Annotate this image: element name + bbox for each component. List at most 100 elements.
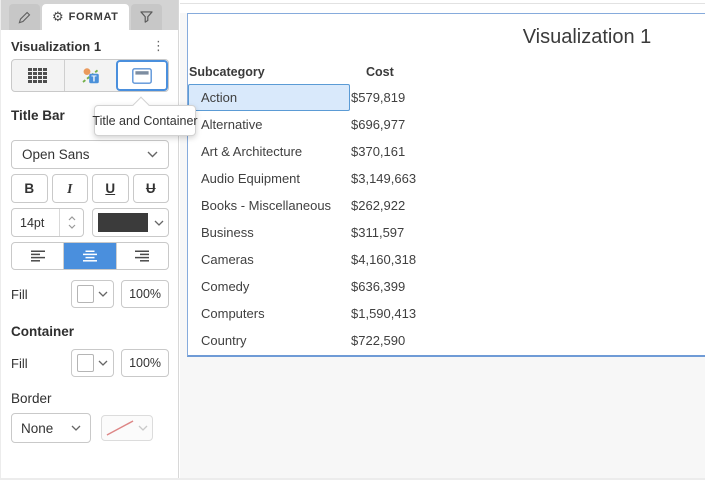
font-family-select[interactable]: Open Sans [11, 140, 169, 169]
kebab-menu-icon[interactable]: ⋮ [148, 39, 169, 54]
viz-table-body: Action$579,819Alternative$696,977Art & A… [188, 84, 470, 354]
tab-format-label: FORMAT [69, 11, 119, 23]
font-color-swatch [98, 213, 148, 232]
tooltip: Title and Container [94, 105, 196, 136]
container-fill-opacity-field[interactable]: 100% [121, 349, 169, 377]
container-fill-row: Fill 100% [11, 349, 169, 377]
fill-label: Fill [11, 287, 71, 302]
funnel-icon [140, 11, 153, 23]
table-row: Comedy$636,399 [188, 273, 470, 300]
app-window: ⚙ FORMAT Visualization 1 ⋮ [0, 0, 705, 480]
subcategory-cell[interactable]: Action [188, 84, 350, 111]
panel-title: Visualization 1 [11, 39, 101, 54]
cost-cell[interactable]: $3,149,663 [350, 165, 470, 192]
table-style-button[interactable] [12, 60, 64, 91]
underline-button[interactable]: U [92, 174, 129, 203]
title-fill-row: Fill 100% [11, 280, 169, 308]
column-header-subcategory[interactable]: Subcategory [188, 60, 350, 84]
strikethrough-button[interactable]: U [133, 174, 170, 203]
stepper-arrows[interactable] [59, 209, 83, 236]
font-size-stepper[interactable]: 14pt [11, 208, 84, 237]
chevron-down-icon [68, 224, 76, 229]
svg-text:T: T [91, 73, 97, 83]
subcategory-cell[interactable]: Comedy [188, 273, 350, 300]
cost-cell[interactable]: $370,161 [350, 138, 470, 165]
italic-button[interactable]: I [52, 174, 89, 203]
border-label: Border [11, 391, 169, 406]
text-align-group [11, 242, 169, 270]
table-row: Alternative$696,977 [188, 111, 470, 138]
cost-cell[interactable]: $311,597 [350, 219, 470, 246]
subcategory-cell[interactable]: Alternative [188, 111, 350, 138]
chevron-up-icon [68, 216, 76, 221]
table-grid-icon [28, 68, 47, 83]
visualization-container[interactable]: Visualization 1 Subcategory Cost Action$… [187, 13, 705, 357]
title-fill-opacity-field[interactable]: 100% [121, 280, 169, 308]
cost-cell[interactable]: $1,590,413 [350, 300, 470, 327]
dashboard-canvas: Visualization 1 Subcategory Cost Action$… [180, 0, 705, 480]
gear-icon: ⚙ [52, 11, 64, 24]
table-row: Computers$1,590,413 [188, 300, 470, 327]
canvas-top-strip [180, 0, 705, 13]
format-sidebar: ⚙ FORMAT Visualization 1 ⋮ [0, 0, 179, 478]
column-header-cost[interactable]: Cost [350, 60, 470, 84]
cost-cell[interactable]: $722,590 [350, 327, 470, 354]
chevron-down-icon [134, 425, 152, 431]
table-header-row: Subcategory Cost [188, 60, 470, 84]
cost-cell[interactable]: $579,819 [350, 84, 470, 111]
subcategory-cell[interactable]: Cameras [188, 246, 350, 273]
panel-header: Visualization 1 ⋮ [11, 39, 169, 54]
table-row: Business$311,597 [188, 219, 470, 246]
table-row: Cameras$4,160,318 [188, 246, 470, 273]
text-style-button[interactable]: T [64, 60, 117, 91]
subcategory-cell[interactable]: Books - Miscellaneous [188, 192, 350, 219]
border-style-select[interactable]: None [11, 413, 91, 443]
tab-format[interactable]: ⚙ FORMAT [42, 4, 129, 30]
align-left-button[interactable] [12, 243, 63, 269]
align-left-icon [30, 250, 46, 263]
fill-color-swatch [77, 354, 94, 372]
align-center-button[interactable] [63, 243, 115, 269]
chevron-down-icon [94, 291, 112, 297]
cost-cell[interactable]: $636,399 [350, 273, 470, 300]
chevron-down-icon [71, 425, 81, 431]
visualization-table: Subcategory Cost Action$579,819Alternati… [188, 60, 470, 354]
border-color-dropdown-disabled[interactable] [101, 415, 153, 441]
table-row: Audio Equipment$3,149,663 [188, 165, 470, 192]
table-row: Books - Miscellaneous$262,922 [188, 192, 470, 219]
fill-color-swatch [77, 285, 94, 303]
subcategory-cell[interactable]: Art & Architecture [188, 138, 350, 165]
tooltip-text: Title and Container [92, 114, 197, 128]
title-fill-color-dropdown[interactable] [71, 280, 114, 308]
pencil-icon [18, 11, 31, 24]
subcategory-cell[interactable]: Audio Equipment [188, 165, 350, 192]
subcategory-cell[interactable]: Computers [188, 300, 350, 327]
table-row: Art & Architecture$370,161 [188, 138, 470, 165]
sidebar-tab-bar: ⚙ FORMAT [1, 0, 178, 30]
font-size-color-row: 14pt [11, 208, 169, 237]
canvas-divider [180, 3, 705, 4]
no-color-swatch [106, 420, 134, 436]
chevron-down-icon [147, 151, 158, 158]
align-center-icon [82, 250, 98, 263]
text-style-toolbar: B I U U [11, 174, 169, 203]
subcategory-cell[interactable]: Country [188, 327, 350, 354]
container-fill-color-dropdown[interactable] [71, 349, 114, 377]
tab-edit[interactable] [9, 4, 40, 30]
font-color-dropdown[interactable] [92, 208, 169, 237]
cost-cell[interactable]: $696,977 [350, 111, 470, 138]
title-container-style-button[interactable] [116, 60, 168, 91]
chevron-down-icon [94, 360, 112, 366]
align-right-button[interactable] [116, 243, 168, 269]
cost-cell[interactable]: $4,160,318 [350, 246, 470, 273]
tab-filter[interactable] [131, 4, 162, 30]
chevron-down-icon [150, 220, 168, 226]
visualization-title: Visualization 1 [188, 26, 705, 49]
cost-cell[interactable]: $262,922 [350, 192, 470, 219]
border-style-value: None [21, 421, 53, 436]
border-row: None [11, 413, 169, 443]
align-right-icon [134, 250, 150, 263]
bold-button[interactable]: B [11, 174, 48, 203]
subcategory-cell[interactable]: Business [188, 219, 350, 246]
table-row: Country$722,590 [188, 327, 470, 354]
